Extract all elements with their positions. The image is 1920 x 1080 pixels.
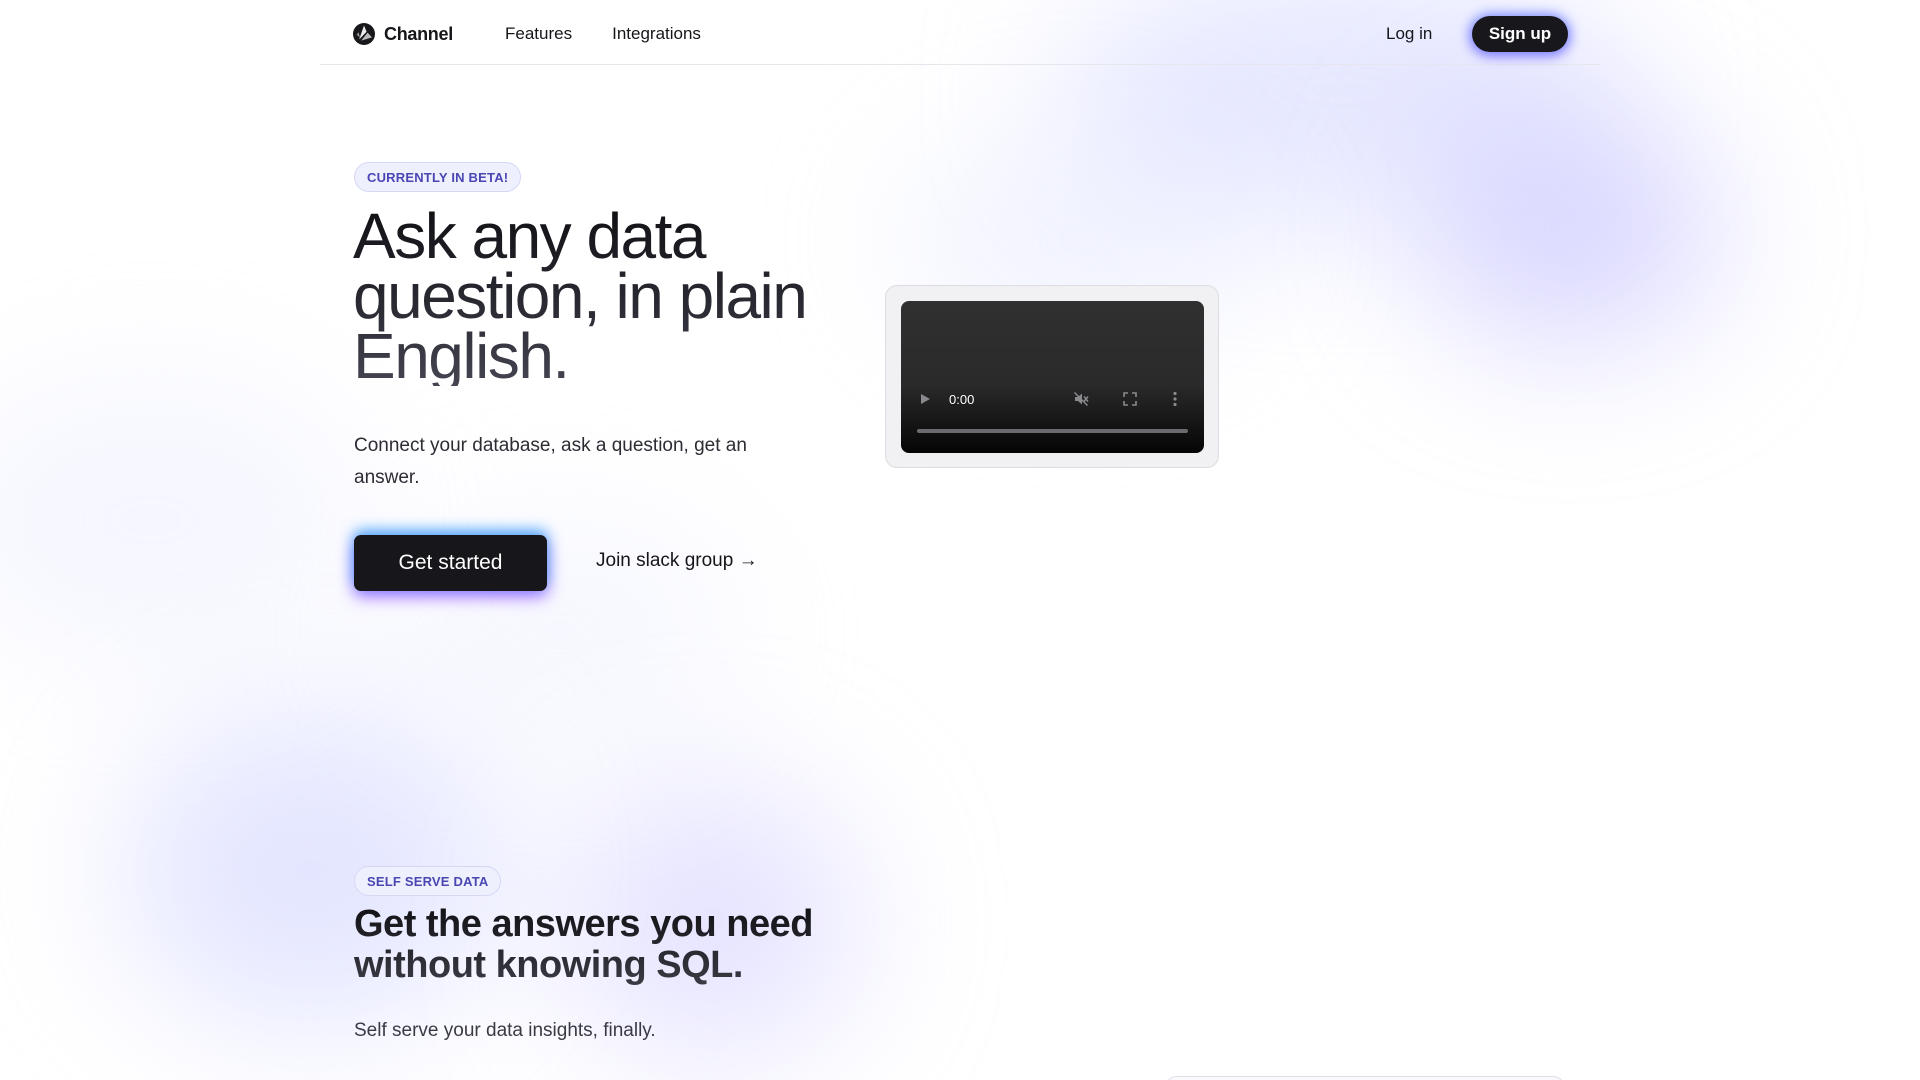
self-serve-badge: SELF SERVE DATA bbox=[354, 866, 502, 896]
hero-subtitle: Connect your database, ask a question, g… bbox=[354, 435, 747, 488]
demo-video-player[interactable]: 0:00 bbox=[901, 301, 1204, 453]
background-glow bbox=[1420, 110, 1720, 350]
video-card: 0:00 bbox=[885, 285, 1219, 468]
signup-button[interactable]: Sign up bbox=[1472, 16, 1568, 52]
video-progress-bar[interactable] bbox=[917, 429, 1188, 433]
beta-badge: CURRENTLY IN BETA! bbox=[354, 162, 522, 192]
feature-preview-card bbox=[1165, 1076, 1565, 1080]
hero-title: Ask any data question, in plain English. bbox=[353, 204, 873, 388]
mute-icon[interactable] bbox=[1073, 391, 1089, 407]
nav-link-features[interactable]: Features bbox=[505, 24, 572, 44]
get-started-button[interactable]: Get started bbox=[354, 535, 547, 591]
brand-name: Channel bbox=[384, 23, 453, 44]
main-nav: Features Integrations bbox=[505, 24, 701, 44]
play-icon[interactable] bbox=[921, 394, 930, 404]
fullscreen-icon[interactable] bbox=[1123, 392, 1137, 406]
section-subtitle: Self serve your data insights, finally. bbox=[354, 1020, 656, 1041]
channel-logo-icon bbox=[353, 23, 375, 45]
nav-link-integrations[interactable]: Integrations bbox=[612, 24, 701, 44]
background-glow bbox=[0, 380, 360, 660]
login-link[interactable]: Log in bbox=[1386, 24, 1432, 44]
join-slack-link[interactable]: Join slack group → bbox=[596, 550, 758, 572]
video-time: 0:00 bbox=[949, 392, 975, 407]
site-header: Channel Features Integrations Log in Sig… bbox=[320, 0, 1600, 65]
brand-home-link[interactable]: Channel bbox=[352, 22, 453, 46]
more-options-icon[interactable] bbox=[1173, 391, 1177, 407]
video-controls: 0:00 bbox=[901, 389, 1204, 409]
section-title: Get the answers you need without knowing… bbox=[354, 904, 874, 986]
